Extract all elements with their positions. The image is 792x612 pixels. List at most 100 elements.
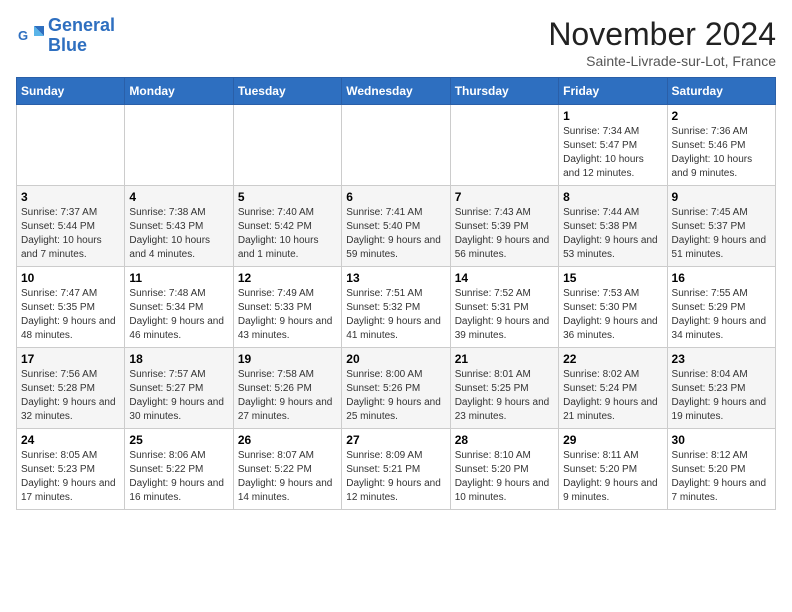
day-number: 26: [238, 433, 337, 447]
day-info: Sunrise: 8:11 AM Sunset: 5:20 PM Dayligh…: [563, 449, 662, 505]
week-row-1: 1 Sunrise: 7:34 AM Sunset: 5:47 PM Daylig…: [17, 105, 776, 186]
day-number: 22: [563, 352, 662, 366]
day-number: 28: [455, 433, 554, 447]
day-info: Sunrise: 7:38 AM Sunset: 5:43 PM Dayligh…: [129, 206, 228, 262]
month-title: November 2024: [548, 16, 776, 53]
day-number: 21: [455, 352, 554, 366]
col-header-thursday: Thursday: [450, 78, 558, 105]
week-row-5: 24 Sunrise: 8:05 AM Sunset: 5:23 PM Dayli…: [17, 429, 776, 510]
day-number: 29: [563, 433, 662, 447]
day-info: Sunrise: 7:53 AM Sunset: 5:30 PM Dayligh…: [563, 287, 662, 343]
day-info: Sunrise: 8:02 AM Sunset: 5:24 PM Dayligh…: [563, 368, 662, 424]
day-number: 23: [672, 352, 771, 366]
day-info: Sunrise: 7:34 AM Sunset: 5:47 PM Dayligh…: [563, 125, 662, 181]
day-number: 6: [346, 190, 445, 204]
day-info: Sunrise: 8:04 AM Sunset: 5:23 PM Dayligh…: [672, 368, 771, 424]
day-info: Sunrise: 7:52 AM Sunset: 5:31 PM Dayligh…: [455, 287, 554, 343]
day-number: 24: [21, 433, 120, 447]
week-row-2: 3 Sunrise: 7:37 AM Sunset: 5:44 PM Daylig…: [17, 186, 776, 267]
week-row-3: 10 Sunrise: 7:47 AM Sunset: 5:35 PM Dayli…: [17, 267, 776, 348]
day-info: Sunrise: 8:06 AM Sunset: 5:22 PM Dayligh…: [129, 449, 228, 505]
day-cell: 4Sunrise: 7:38 AM Sunset: 5:43 PM Daylig…: [125, 186, 233, 267]
day-info: Sunrise: 7:41 AM Sunset: 5:40 PM Dayligh…: [346, 206, 445, 262]
day-number: 14: [455, 271, 554, 285]
day-cell: 7Sunrise: 7:43 AM Sunset: 5:39 PM Daylig…: [450, 186, 558, 267]
day-info: Sunrise: 7:55 AM Sunset: 5:29 PM Dayligh…: [672, 287, 771, 343]
day-cell: 1 Sunrise: 7:34 AM Sunset: 5:47 PM Daylig…: [559, 105, 667, 186]
day-info: Sunrise: 7:37 AM Sunset: 5:44 PM Dayligh…: [21, 206, 120, 262]
day-info: Sunrise: 7:58 AM Sunset: 5:26 PM Dayligh…: [238, 368, 337, 424]
day-info: Sunrise: 8:12 AM Sunset: 5:20 PM Dayligh…: [672, 449, 771, 505]
day-cell: 21 Sunrise: 8:01 AM Sunset: 5:25 PM Dayli…: [450, 348, 558, 429]
page-header: G General Blue November 2024 Sainte-Livr…: [16, 16, 776, 69]
day-cell: 30Sunrise: 8:12 AM Sunset: 5:20 PM Dayli…: [667, 429, 775, 510]
day-number: 13: [346, 271, 445, 285]
col-header-saturday: Saturday: [667, 78, 775, 105]
day-cell: 26 Sunrise: 8:07 AM Sunset: 5:22 PM Dayli…: [233, 429, 341, 510]
day-number: 17: [21, 352, 120, 366]
day-cell: 10 Sunrise: 7:47 AM Sunset: 5:35 PM Dayli…: [17, 267, 125, 348]
day-number: 19: [238, 352, 337, 366]
day-number: 25: [129, 433, 228, 447]
day-info: Sunrise: 8:09 AM Sunset: 5:21 PM Dayligh…: [346, 449, 445, 505]
day-number: 12: [238, 271, 337, 285]
day-cell: 22 Sunrise: 8:02 AM Sunset: 5:24 PM Dayli…: [559, 348, 667, 429]
day-info: Sunrise: 8:01 AM Sunset: 5:25 PM Dayligh…: [455, 368, 554, 424]
day-cell: 19 Sunrise: 7:58 AM Sunset: 5:26 PM Dayli…: [233, 348, 341, 429]
location-subtitle: Sainte-Livrade-sur-Lot, France: [548, 53, 776, 69]
col-header-wednesday: Wednesday: [342, 78, 450, 105]
day-cell: 17 Sunrise: 7:56 AM Sunset: 5:28 PM Dayli…: [17, 348, 125, 429]
logo-text: General Blue: [48, 16, 115, 56]
day-info: Sunrise: 8:10 AM Sunset: 5:20 PM Dayligh…: [455, 449, 554, 505]
day-number: 8: [563, 190, 662, 204]
day-cell: 2 Sunrise: 7:36 AM Sunset: 5:46 PM Daylig…: [667, 105, 775, 186]
day-cell: 8 Sunrise: 7:44 AM Sunset: 5:38 PM Daylig…: [559, 186, 667, 267]
day-info: Sunrise: 8:00 AM Sunset: 5:26 PM Dayligh…: [346, 368, 445, 424]
day-info: Sunrise: 7:47 AM Sunset: 5:35 PM Dayligh…: [21, 287, 120, 343]
col-header-friday: Friday: [559, 78, 667, 105]
day-number: 15: [563, 271, 662, 285]
day-info: Sunrise: 8:05 AM Sunset: 5:23 PM Dayligh…: [21, 449, 120, 505]
day-cell: [233, 105, 341, 186]
day-cell: 25 Sunrise: 8:06 AM Sunset: 5:22 PM Dayli…: [125, 429, 233, 510]
day-cell: 12 Sunrise: 7:49 AM Sunset: 5:33 PM Dayli…: [233, 267, 341, 348]
day-cell: [125, 105, 233, 186]
day-number: 16: [672, 271, 771, 285]
day-number: 2: [672, 109, 771, 123]
week-row-4: 17 Sunrise: 7:56 AM Sunset: 5:28 PM Dayli…: [17, 348, 776, 429]
logo-icon: G: [16, 22, 44, 50]
day-number: 1: [563, 109, 662, 123]
day-info: Sunrise: 7:36 AM Sunset: 5:46 PM Dayligh…: [672, 125, 771, 181]
day-cell: 18Sunrise: 7:57 AM Sunset: 5:27 PM Dayli…: [125, 348, 233, 429]
col-header-tuesday: Tuesday: [233, 78, 341, 105]
day-cell: 24 Sunrise: 8:05 AM Sunset: 5:23 PM Dayli…: [17, 429, 125, 510]
day-number: 5: [238, 190, 337, 204]
day-cell: 27 Sunrise: 8:09 AM Sunset: 5:21 PM Dayli…: [342, 429, 450, 510]
day-info: Sunrise: 7:49 AM Sunset: 5:33 PM Dayligh…: [238, 287, 337, 343]
logo-line1: General: [48, 15, 115, 35]
day-info: Sunrise: 7:51 AM Sunset: 5:32 PM Dayligh…: [346, 287, 445, 343]
day-number: 7: [455, 190, 554, 204]
day-number: 27: [346, 433, 445, 447]
day-number: 20: [346, 352, 445, 366]
day-cell: 11Sunrise: 7:48 AM Sunset: 5:34 PM Dayli…: [125, 267, 233, 348]
header-row: SundayMondayTuesdayWednesdayThursdayFrid…: [17, 78, 776, 105]
day-number: 10: [21, 271, 120, 285]
col-header-sunday: Sunday: [17, 78, 125, 105]
logo-line2: Blue: [48, 35, 87, 55]
day-info: Sunrise: 7:57 AM Sunset: 5:27 PM Dayligh…: [129, 368, 228, 424]
day-info: Sunrise: 7:44 AM Sunset: 5:38 PM Dayligh…: [563, 206, 662, 262]
day-number: 3: [21, 190, 120, 204]
day-cell: 5Sunrise: 7:40 AM Sunset: 5:42 PM Daylig…: [233, 186, 341, 267]
day-cell: 23 Sunrise: 8:04 AM Sunset: 5:23 PM Dayli…: [667, 348, 775, 429]
day-info: Sunrise: 7:56 AM Sunset: 5:28 PM Dayligh…: [21, 368, 120, 424]
day-info: Sunrise: 7:48 AM Sunset: 5:34 PM Dayligh…: [129, 287, 228, 343]
day-info: Sunrise: 8:07 AM Sunset: 5:22 PM Dayligh…: [238, 449, 337, 505]
day-cell: 13 Sunrise: 7:51 AM Sunset: 5:32 PM Dayli…: [342, 267, 450, 348]
day-cell: 20 Sunrise: 8:00 AM Sunset: 5:26 PM Dayli…: [342, 348, 450, 429]
day-cell: 14 Sunrise: 7:52 AM Sunset: 5:31 PM Dayli…: [450, 267, 558, 348]
svg-text:G: G: [18, 28, 28, 43]
day-cell: [342, 105, 450, 186]
day-cell: 28 Sunrise: 8:10 AM Sunset: 5:20 PM Dayli…: [450, 429, 558, 510]
day-cell: 3 Sunrise: 7:37 AM Sunset: 5:44 PM Daylig…: [17, 186, 125, 267]
